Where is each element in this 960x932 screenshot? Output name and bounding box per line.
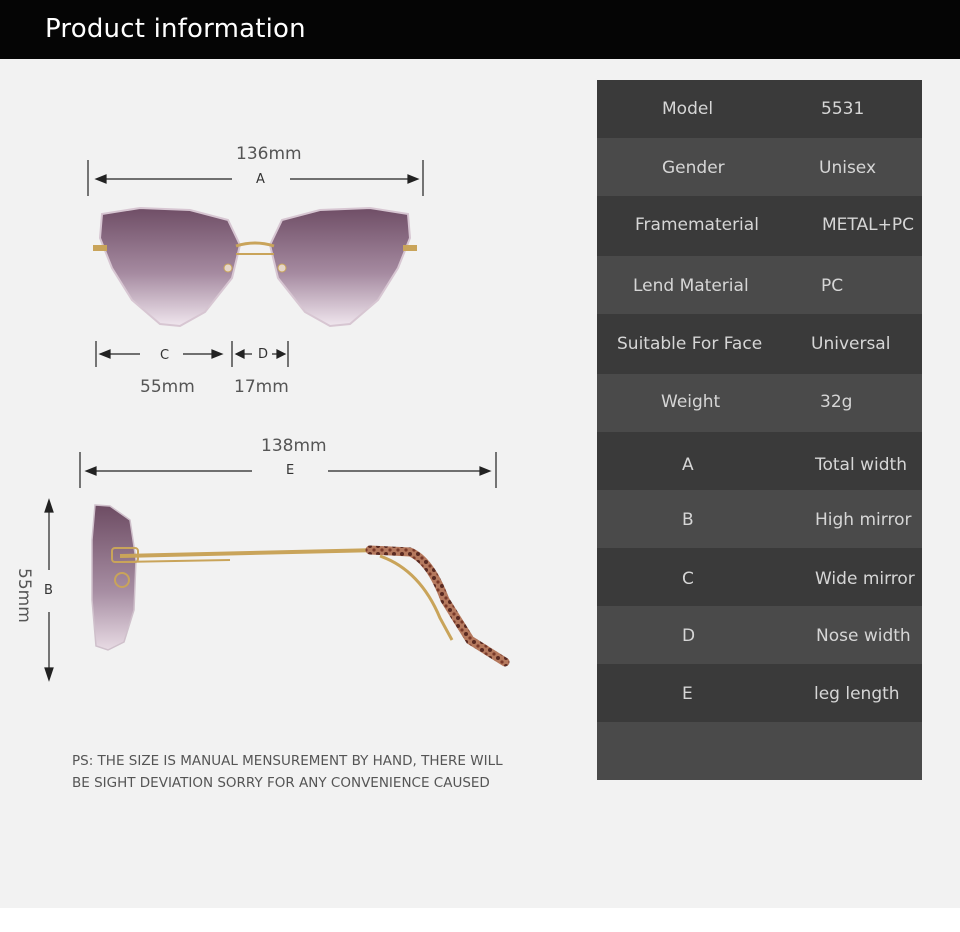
spec-key: D	[682, 626, 696, 646]
spec-key: Suitable For Face	[617, 334, 763, 354]
spec-value: 5531	[821, 99, 865, 119]
spec-value: Wide mirror	[815, 569, 915, 589]
spec-row-framematerial: Framematerial METAL+PC	[597, 196, 922, 256]
dim-a-letter: A	[256, 172, 265, 187]
dim-e-letter: E	[286, 463, 295, 478]
spec-value: 32g	[820, 392, 853, 412]
spec-key: Gender	[662, 158, 725, 178]
spec-value: Nose width	[816, 626, 911, 646]
spec-row-weight: Weight 32g	[597, 374, 922, 432]
note-line-2: BE SIGHT DEVIATION SORRY FOR ANY CONVENI…	[72, 775, 490, 791]
spec-value: PC	[821, 276, 844, 296]
spec-value: High mirror	[815, 510, 912, 530]
spec-row-c: C Wide mirror	[597, 548, 922, 606]
spec-value: Total width	[815, 455, 907, 475]
dim-b-value: 55mm	[14, 568, 34, 623]
spec-row-lens-material: Lend Material PC	[597, 256, 922, 314]
dim-c-value: 55mm	[140, 377, 195, 397]
spec-value: leg length	[814, 684, 900, 704]
spec-table: Model 5531 Gender Unisex Framematerial M…	[597, 80, 922, 780]
note-line-1: PS: THE SIZE IS MANUAL MENSUREMENT BY HA…	[72, 753, 503, 769]
spec-row-d: D Nose width	[597, 606, 922, 664]
measurement-note: PS: THE SIZE IS MANUAL MENSUREMENT BY HA…	[72, 750, 522, 794]
dim-d-value: 17mm	[234, 377, 289, 397]
spec-row-face: Suitable For Face Universal	[597, 314, 922, 374]
spec-value: METAL+PC	[822, 215, 914, 235]
spec-key: B	[682, 510, 694, 530]
dim-e-value: 138mm	[261, 436, 327, 456]
spec-row-b: B High mirror	[597, 490, 922, 548]
spec-row-a: A Total width	[597, 432, 922, 490]
spec-value: Universal	[811, 334, 891, 354]
spec-value: Unisex	[819, 158, 877, 178]
dim-a-value: 136mm	[236, 144, 302, 164]
spec-key: C	[682, 569, 694, 589]
spec-row-model: Model 5531	[597, 80, 922, 138]
dim-c-letter: C	[160, 348, 170, 363]
spec-row-empty	[597, 722, 922, 780]
spec-row-e: E leg length	[597, 664, 922, 722]
spec-key: Framematerial	[635, 215, 759, 235]
spec-key: E	[682, 684, 693, 704]
spec-key: Model	[662, 99, 714, 119]
spec-key: A	[682, 455, 694, 475]
dim-b-letter: B	[44, 583, 53, 598]
spec-row-gender: Gender Unisex	[597, 138, 922, 196]
glasses-side	[91, 504, 510, 667]
glasses-front	[93, 206, 417, 328]
spec-key: Weight	[661, 392, 721, 412]
dim-d-letter: D	[258, 347, 269, 362]
spec-key: Lend Material	[633, 276, 749, 296]
